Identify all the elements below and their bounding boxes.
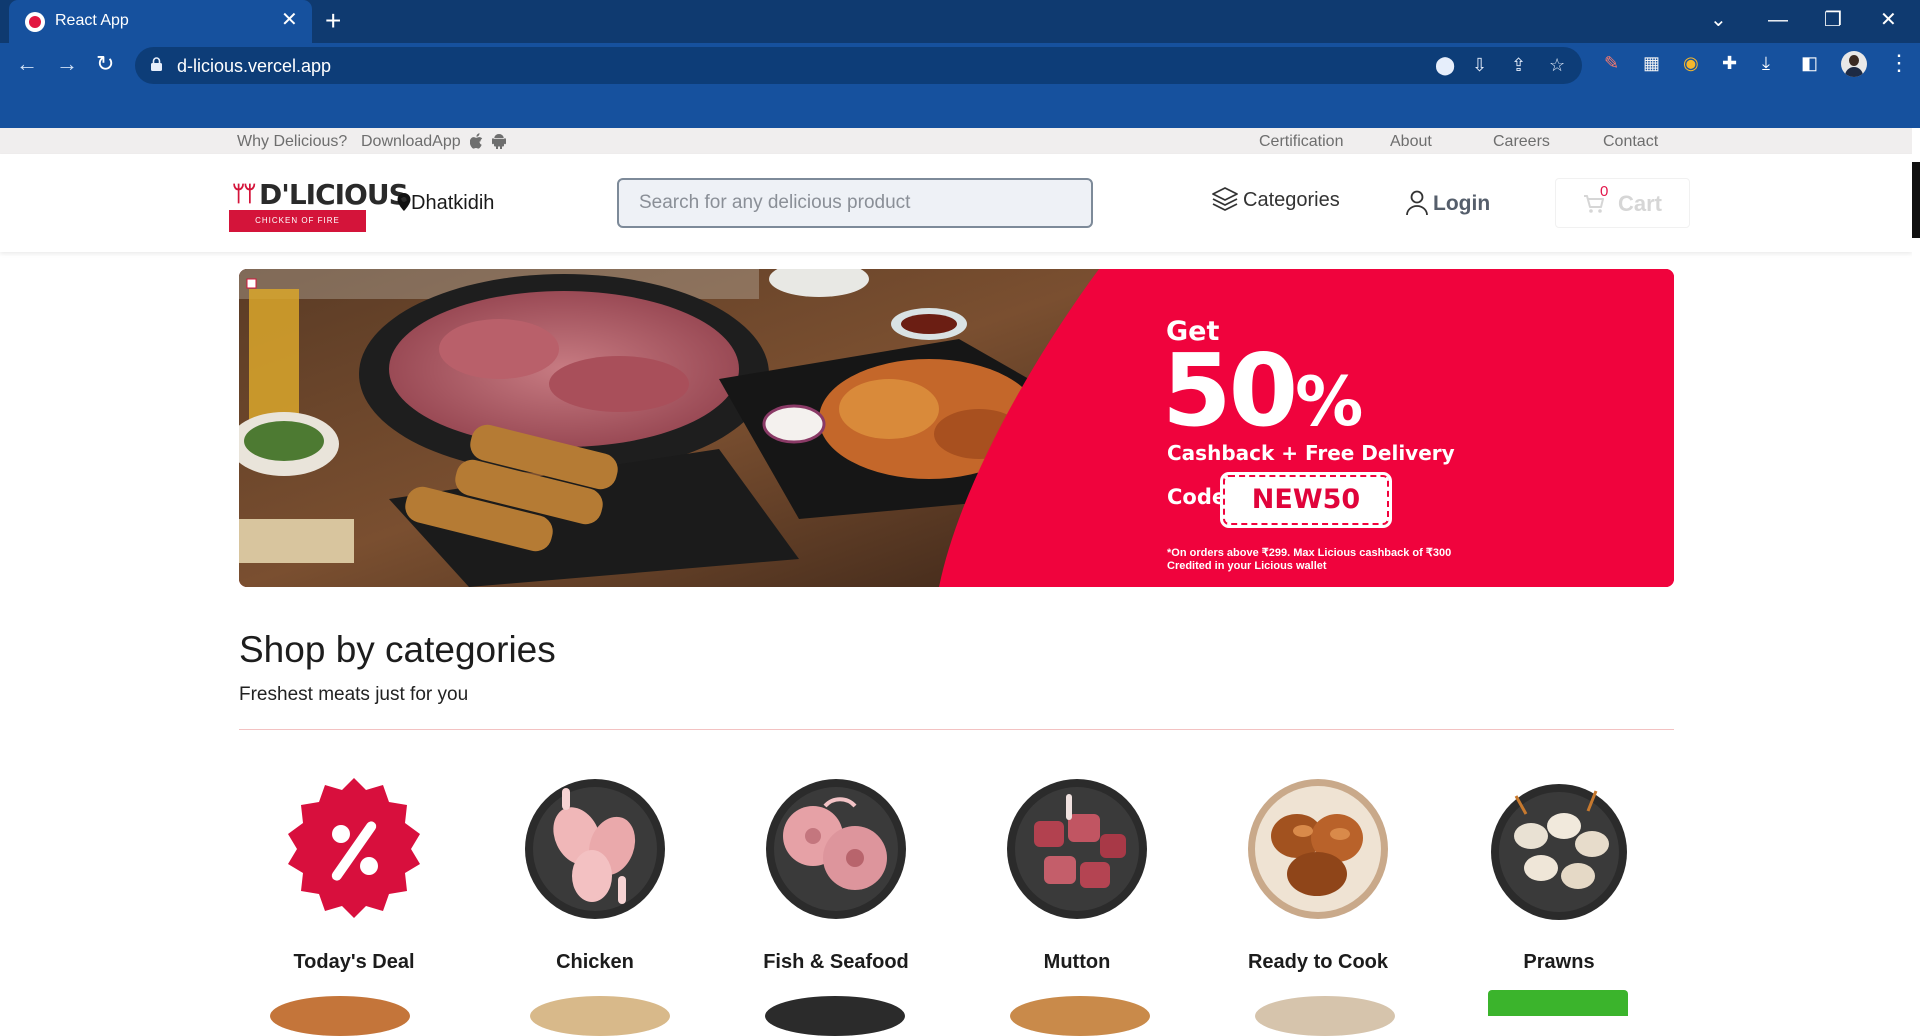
category-tile-partial[interactable] bbox=[1010, 996, 1150, 1036]
discount-badge-icon bbox=[288, 778, 420, 918]
side-panel-icon[interactable]: ◧ bbox=[1801, 53, 1818, 73]
tab-title: React App bbox=[55, 12, 129, 29]
react-favicon-icon bbox=[25, 12, 45, 32]
back-icon[interactable]: ← bbox=[16, 50, 38, 78]
banner-terms-line1: *On orders above ₹299. Max Licious cashb… bbox=[1167, 547, 1452, 559]
login-button[interactable]: Login bbox=[1405, 190, 1490, 216]
banner-promo-code: NEW50 bbox=[1220, 472, 1392, 528]
logo-wordmark: ᛘᛘ D'LICIOUS bbox=[229, 176, 409, 211]
section-title: Shop by categories bbox=[239, 629, 556, 670]
profile-avatar[interactable] bbox=[1841, 51, 1867, 77]
restore-icon[interactable]: ❐ bbox=[1824, 6, 1842, 34]
logo-tagline: CHICKEN OF FIRE bbox=[255, 216, 340, 225]
install-app-icon[interactable]: ⇩ bbox=[1472, 55, 1487, 75]
banner-percent-sign: % bbox=[1295, 363, 1363, 442]
browser-chrome: React App ✕ + ⌄ — ❐ ✕ ← → ↻ d-licious.ve… bbox=[0, 0, 1920, 128]
close-window-icon[interactable]: ✕ bbox=[1880, 6, 1897, 34]
minimize-icon[interactable]: — bbox=[1768, 6, 1788, 34]
banner-percent: 50% bbox=[1162, 336, 1363, 458]
ready-to-cook-image bbox=[1248, 779, 1388, 919]
forward-icon[interactable]: → bbox=[56, 50, 78, 78]
tab-strip: React App ✕ + ⌄ — ❐ ✕ bbox=[0, 0, 1920, 43]
tab-search-icon[interactable]: ⌄ bbox=[1710, 6, 1727, 34]
fish-image bbox=[766, 779, 906, 919]
category-label: Fish & Seafood bbox=[763, 951, 909, 973]
logo-text: D'LICIOUS bbox=[259, 178, 409, 211]
banner-terms: *On orders above ₹299. Max Licious cashb… bbox=[1167, 547, 1527, 573]
banner-terms-line2: Credited in your Licious wallet bbox=[1167, 560, 1327, 572]
mutton-image bbox=[1007, 779, 1147, 919]
section-subtitle: Freshest meats just for you bbox=[239, 684, 469, 705]
user-icon bbox=[1406, 190, 1428, 216]
extensions-icon[interactable]: ✚ bbox=[1722, 53, 1737, 73]
banner-percent-value: 50 bbox=[1162, 332, 1298, 449]
category-tile-partial[interactable] bbox=[1255, 996, 1395, 1036]
location-selector[interactable]: Dhatkidih bbox=[397, 192, 494, 215]
reload-icon[interactable]: ↻ bbox=[96, 50, 114, 78]
pen-extension-icon[interactable]: ✎ bbox=[1604, 53, 1619, 73]
layers-icon bbox=[1212, 187, 1238, 211]
map-pin-icon bbox=[397, 193, 411, 211]
share-icon[interactable]: ⇪ bbox=[1511, 55, 1526, 75]
site-header: ᛘᛘ D'LICIOUS CHICKEN OF FIRE Dhatkidih C… bbox=[0, 154, 1912, 252]
close-tab-icon[interactable]: ✕ bbox=[281, 9, 298, 31]
url-text[interactable]: d-licious.vercel.app bbox=[177, 56, 331, 77]
page-scrollbar-thumb[interactable] bbox=[1912, 162, 1920, 238]
cutlery-icon: ᛘᛘ bbox=[232, 181, 256, 206]
about-link[interactable]: About bbox=[1390, 133, 1432, 151]
login-label: Login bbox=[1433, 192, 1491, 215]
browser-menu-icon[interactable]: ⋮ bbox=[1888, 50, 1910, 76]
banner-food-photo bbox=[239, 269, 1674, 587]
chicken-image bbox=[525, 779, 665, 919]
banner-code-label: Code bbox=[1167, 485, 1227, 509]
promo-banner[interactable]: Get 50% Cashback + Free Delivery Code NE… bbox=[239, 269, 1674, 587]
site-logo[interactable]: ᛘᛘ D'LICIOUS CHICKEN OF FIRE bbox=[229, 176, 409, 232]
apple-icon[interactable] bbox=[470, 133, 484, 149]
banner-cashback-text: Cashback + Free Delivery bbox=[1167, 441, 1455, 465]
search-input[interactable] bbox=[617, 178, 1093, 228]
page-scrollbar-track[interactable] bbox=[1912, 128, 1920, 1016]
lock-icon bbox=[151, 57, 162, 71]
download-app-link[interactable]: DownloadApp bbox=[361, 133, 461, 151]
cart-label: Cart bbox=[1618, 191, 1663, 216]
downloads-icon[interactable]: ⤓ bbox=[1762, 53, 1770, 73]
categories-label: Categories bbox=[1243, 189, 1340, 211]
category-tile-partial[interactable] bbox=[765, 996, 905, 1036]
android-icon[interactable] bbox=[492, 133, 506, 149]
bookmark-star-icon[interactable]: ☆ bbox=[1549, 55, 1565, 75]
categories-button[interactable]: Categories bbox=[1211, 186, 1340, 212]
browser-tab[interactable]: React App ✕ bbox=[9, 0, 312, 43]
category-label: Chicken bbox=[556, 951, 634, 973]
category-label: Prawns bbox=[1523, 951, 1595, 973]
cart-button[interactable]: 0 Cart bbox=[1555, 178, 1690, 228]
prawns-image bbox=[1491, 784, 1627, 920]
site-top-strip: Why Delicious? DownloadApp Certification… bbox=[0, 128, 1920, 154]
category-label: Ready to Cook bbox=[1247, 951, 1389, 973]
category-label: Today's Deal bbox=[293, 951, 415, 973]
logo-tagline-bar: CHICKEN OF FIRE bbox=[229, 210, 366, 232]
uncrave-brand-logo[interactable] bbox=[1488, 990, 1628, 1016]
color-extension-icon[interactable]: ◉ bbox=[1683, 53, 1699, 73]
section-divider bbox=[239, 729, 1674, 730]
address-bar[interactable]: d-licious.vercel.app ⬤ ⇩ ⇪ ☆ bbox=[135, 47, 1582, 84]
why-delicious-link[interactable]: Why Delicious? bbox=[237, 133, 347, 151]
category-tile-partial[interactable] bbox=[270, 996, 410, 1036]
cart-count-badge: 0 bbox=[1600, 183, 1609, 200]
category-label: Mutton bbox=[1043, 951, 1111, 973]
location-name: Dhatkidih bbox=[411, 192, 495, 214]
category-tile-partial[interactable] bbox=[530, 996, 670, 1036]
contact-link[interactable]: Contact bbox=[1603, 133, 1658, 151]
calendar-extension-icon[interactable]: ▦ bbox=[1643, 53, 1660, 73]
certification-link[interactable]: Certification bbox=[1259, 133, 1343, 151]
new-tab-icon[interactable]: + bbox=[325, 6, 341, 36]
careers-link[interactable]: Careers bbox=[1493, 133, 1550, 151]
location-pin-icon[interactable]: ⬤ bbox=[1435, 55, 1455, 75]
